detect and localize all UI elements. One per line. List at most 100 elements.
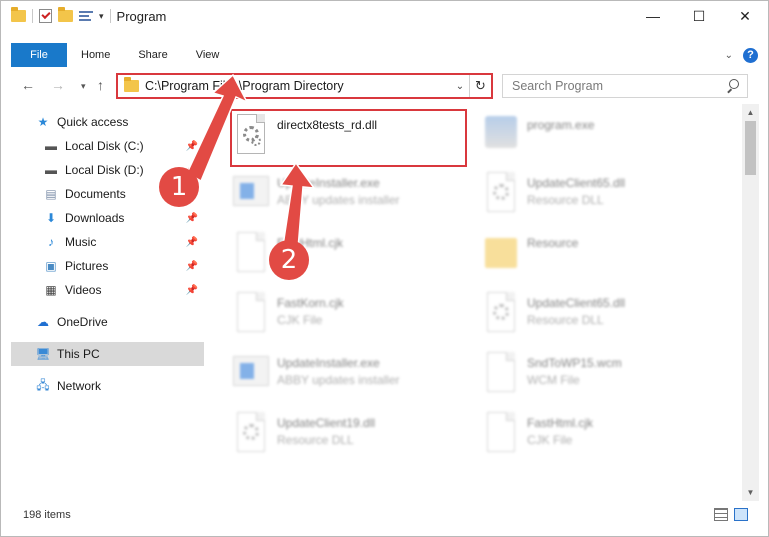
pictures-icon: ▣ <box>45 259 57 273</box>
address-dropdown-icon[interactable]: ⌄ <box>451 81 469 92</box>
file-name: program.exe <box>527 118 595 132</box>
file-description: CJK File <box>527 433 573 447</box>
sidebar-item-label: Music <box>65 235 97 249</box>
vertical-scrollbar[interactable]: ▲ ▼ <box>742 104 759 501</box>
tab-file[interactable]: File <box>11 43 67 67</box>
file-item[interactable]: Resource <box>483 230 723 278</box>
address-path[interactable]: C:\Program Files\Program Directory <box>145 79 451 93</box>
details-view-icon[interactable] <box>714 508 728 521</box>
sidebar-item-label: Documents <box>65 187 126 201</box>
file-item[interactable]: FastHtml.cjk CJK File <box>483 410 723 458</box>
sidebar-item-local-disk-c[interactable]: ▬ Local Disk (C:) 📌 <box>1 134 204 158</box>
cloud-icon: ☁ <box>37 315 49 329</box>
file-description: ABBY updates installer <box>277 193 400 207</box>
sidebar-item-quick-access[interactable]: ★ Quick access <box>1 110 204 134</box>
file-name: FastHtml.cjk <box>527 416 593 430</box>
minimize-button[interactable]: — <box>630 1 676 31</box>
file-explorer-window: ▾ Program — ☐ ✕ File Home Share View ⌄ ?… <box>0 0 769 537</box>
sidebar-item-this-pc[interactable]: 🖥 This PC <box>11 342 204 366</box>
program-icon <box>483 114 519 156</box>
customize-toolbar-icon[interactable] <box>79 10 93 23</box>
pin-icon: 📌 <box>185 284 198 296</box>
pin-icon: 📌 <box>185 260 198 272</box>
file-item[interactable]: UpdateClient65.dll Resource DLL <box>483 290 723 338</box>
scroll-down-icon[interactable]: ▼ <box>742 484 759 501</box>
file-description: Resource DLL <box>527 313 604 327</box>
file-item[interactable]: FastKorn.cjk CJK File <box>233 290 473 338</box>
window-title: Program <box>116 8 167 24</box>
file-description: Resource DLL <box>277 433 354 447</box>
qat-dropdown-icon[interactable]: ▾ <box>99 11 104 22</box>
file-item[interactable]: SndToWP15.wcm WCM File <box>483 350 723 398</box>
sidebar-item-label: Local Disk (D:) <box>65 163 144 177</box>
title-bar: ▾ Program — ☐ ✕ <box>1 1 768 31</box>
refresh-icon[interactable]: ↻ <box>469 75 491 97</box>
new-folder-icon[interactable] <box>58 7 73 22</box>
target-file-highlight <box>230 109 467 167</box>
tab-view[interactable]: View <box>182 43 234 67</box>
sidebar-item-label: OneDrive <box>57 315 108 329</box>
back-arrow-icon[interactable]: ← <box>21 77 35 93</box>
sidebar-item-downloads[interactable]: ⬇ Downloads 📌 <box>1 206 204 230</box>
file-item[interactable]: UpdateInstaller.exe ABBY updates installe… <box>233 170 473 218</box>
expand-ribbon-icon[interactable]: ⌄ <box>725 50 733 61</box>
sidebar-item-onedrive[interactable]: ☁ OneDrive <box>1 310 204 334</box>
up-arrow-icon[interactable]: ↑ <box>97 77 104 93</box>
sidebar-item-network[interactable]: 🖧 Network <box>1 374 204 398</box>
tab-home[interactable]: Home <box>67 43 124 67</box>
file-item[interactable]: UpdateClient65.dll Resource DLL <box>483 170 723 218</box>
file-description: ABBY updates installer <box>277 373 400 387</box>
maximize-button[interactable]: ☐ <box>676 1 722 31</box>
music-icon: ♪ <box>48 235 54 249</box>
exe-icon <box>233 352 269 394</box>
tiles-view-icon[interactable] <box>734 508 748 521</box>
file-item[interactable]: program.exe <box>483 112 723 160</box>
recent-locations-icon[interactable]: ▾ <box>81 81 86 92</box>
file-name: UpdateClient65.dll <box>527 296 626 310</box>
file-item[interactable]: UpdateClient19.dll Resource DLL <box>233 410 473 458</box>
dll-icon <box>483 292 519 334</box>
sidebar-item-label: Network <box>57 379 102 393</box>
sidebar-item-label: Pictures <box>65 259 109 273</box>
search-box[interactable] <box>502 74 748 98</box>
file-name: FastKorn.cjk <box>277 296 344 310</box>
pin-icon: 📌 <box>185 212 198 224</box>
scrollbar-thumb[interactable] <box>745 121 756 175</box>
scroll-up-icon[interactable]: ▲ <box>742 104 759 121</box>
pin-icon: 📌 <box>185 236 198 248</box>
sidebar-item-pictures[interactable]: ▣ Pictures 📌 <box>1 254 204 278</box>
tab-share[interactable]: Share <box>124 43 181 67</box>
computer-icon: 🖥 <box>35 347 51 361</box>
exe-icon <box>233 172 269 214</box>
dll-icon <box>233 412 269 454</box>
sidebar-item-label: Videos <box>65 283 102 297</box>
drive-icon: ▬ <box>45 163 57 177</box>
file-name: UpdateClient65.dll <box>527 176 626 190</box>
properties-check-icon[interactable] <box>39 9 52 23</box>
file-name: SndToWP15.wcm <box>527 356 622 370</box>
window-controls: — ☐ ✕ <box>630 1 768 31</box>
file-description: WCM File <box>527 373 580 387</box>
pin-icon: 📌 <box>185 140 198 152</box>
address-bar[interactable]: C:\Program Files\Program Directory ⌄ ↻ <box>116 73 493 99</box>
sidebar-item-music[interactable]: ♪ Music 📌 <box>1 230 204 254</box>
file-icon <box>233 232 269 274</box>
file-icon <box>483 412 519 454</box>
step-1-badge: 1 <box>159 167 199 207</box>
search-input[interactable] <box>512 79 725 93</box>
address-row: ← → ▾ ↑ C:\Program Files\Program Directo… <box>1 71 768 101</box>
sidebar-item-label: Quick access <box>57 115 129 129</box>
file-item[interactable]: UpdateInstaller.exe ABBY updates installe… <box>233 350 473 398</box>
search-icon[interactable] <box>725 79 739 93</box>
close-button[interactable]: ✕ <box>722 1 768 31</box>
navigation-pane: ★ Quick access ▬ Local Disk (C:) 📌 ▬ Loc… <box>1 104 206 501</box>
folder-icon <box>124 77 139 92</box>
help-icon[interactable]: ? <box>743 47 758 63</box>
ribbon-tabs: File Home Share View ⌄ ? <box>1 43 768 67</box>
status-bar: 198 items <box>1 503 768 527</box>
folder-icon <box>11 7 26 22</box>
sidebar-item-videos[interactable]: ▦ Videos 📌 <box>1 278 204 302</box>
file-description: Resource DLL <box>527 193 604 207</box>
forward-arrow-icon[interactable]: → <box>51 77 65 93</box>
file-icon <box>233 292 269 334</box>
